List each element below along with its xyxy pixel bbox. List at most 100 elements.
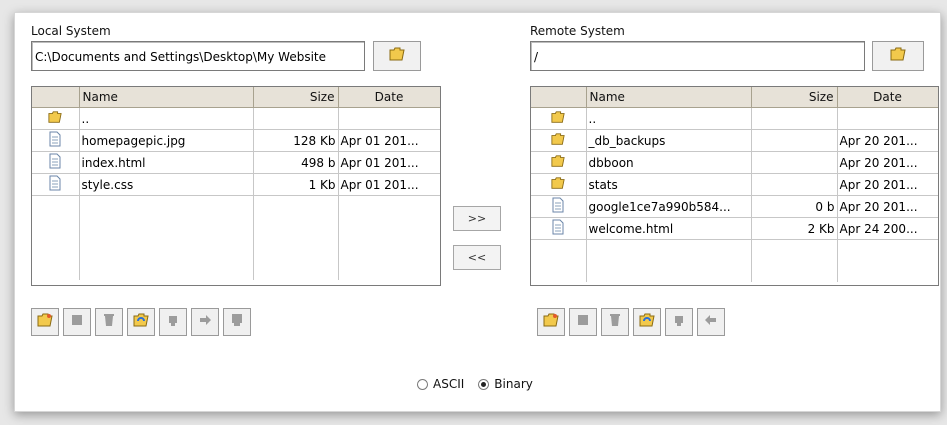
local-site-button[interactable]	[223, 308, 251, 336]
local-size-col-header[interactable]: Size	[253, 87, 339, 108]
folder-icon	[550, 111, 566, 127]
ascii-label[interactable]: ASCII	[433, 377, 464, 391]
transfer-mode-group: ASCII Binary	[417, 377, 533, 391]
upload-button[interactable]: >>	[453, 206, 501, 231]
remote-toolbar	[537, 308, 725, 338]
remote-file-row[interactable]: stats Apr 20 201...	[531, 173, 938, 196]
empty-row	[32, 195, 440, 217]
remote-icon-col-header[interactable]	[531, 87, 587, 108]
file-size: 0 b	[751, 195, 838, 218]
local-browse-button[interactable]	[373, 41, 421, 71]
file-size	[751, 173, 838, 196]
local-upload-arrow-button[interactable]	[191, 308, 219, 336]
remote-file-row[interactable]: ..	[531, 107, 938, 130]
monitor-icon	[229, 312, 245, 332]
file-icon	[48, 175, 62, 194]
empty-row	[531, 239, 938, 261]
file-name: ..	[586, 107, 752, 130]
remote-name-col-header[interactable]: Name	[586, 87, 752, 108]
download-button[interactable]: <<	[453, 245, 501, 270]
file-name: ..	[79, 107, 254, 130]
local-file-list[interactable]: Name Size Date .. homepagepic.jpg 128 Kb Ap…	[31, 86, 441, 286]
local-name-col-header[interactable]: Name	[79, 87, 254, 108]
file-date: Apr 20 201...	[837, 129, 938, 152]
trash-icon	[101, 312, 117, 332]
local-toolbar	[31, 308, 251, 338]
file-size: 128 Kb	[253, 129, 339, 152]
remote-new-folder-button[interactable]	[537, 308, 565, 336]
file-name: style.css	[79, 173, 254, 196]
local-path-field[interactable]: C:\Documents and Settings\Desktop\My Web…	[31, 41, 365, 71]
new-folder-icon	[542, 312, 560, 332]
file-date: Apr 20 201...	[837, 173, 938, 196]
file-size: 2 Kb	[751, 217, 838, 240]
local-file-row[interactable]: homepagepic.jpg 128 Kb Apr 01 201...	[32, 129, 440, 152]
remote-view-button[interactable]	[665, 308, 693, 336]
arrow-left-icon	[703, 312, 719, 332]
local-new-folder-button[interactable]	[31, 308, 59, 336]
ftp-panel: Local System C:\Documents and Settings\D…	[14, 12, 941, 412]
file-name: index.html	[79, 151, 254, 174]
remote-size-col-header[interactable]: Size	[751, 87, 838, 108]
view-icon	[671, 312, 687, 332]
remote-rename-button[interactable]	[569, 308, 597, 336]
local-file-row[interactable]: ..	[32, 107, 440, 130]
remote-download-arrow-button[interactable]	[697, 308, 725, 336]
local-view-button[interactable]	[159, 308, 187, 336]
empty-row	[32, 259, 440, 280]
file-icon	[48, 131, 62, 150]
file-date: Apr 24 200...	[837, 217, 938, 240]
file-size: 498 b	[253, 151, 339, 174]
remote-path-field[interactable]: /	[530, 41, 865, 71]
remote-delete-button[interactable]	[601, 308, 629, 336]
file-size	[751, 107, 838, 130]
folder-icon	[889, 46, 907, 66]
file-name: _db_backups	[586, 129, 752, 152]
file-name: welcome.html	[586, 217, 752, 240]
file-size	[751, 129, 838, 152]
file-name: google1ce7a990b584...	[586, 195, 752, 218]
file-size	[751, 151, 838, 174]
file-icon	[48, 153, 62, 172]
file-date: Apr 01 201...	[338, 151, 440, 174]
local-system-label: Local System	[31, 24, 111, 38]
local-file-row[interactable]: index.html 498 b Apr 01 201...	[32, 151, 440, 174]
empty-row	[32, 217, 440, 238]
file-icon	[551, 219, 565, 238]
local-rename-button[interactable]	[63, 308, 91, 336]
file-date: Apr 20 201...	[837, 195, 938, 218]
arrow-right-icon	[197, 312, 213, 332]
local-delete-button[interactable]	[95, 308, 123, 336]
trash-icon	[607, 312, 623, 332]
ascii-radio[interactable]	[417, 378, 428, 390]
local-file-row[interactable]: style.css 1 Kb Apr 01 201...	[32, 173, 440, 196]
file-date	[338, 107, 440, 130]
file-size: 1 Kb	[253, 173, 339, 196]
file-date: Apr 01 201...	[338, 173, 440, 196]
binary-label[interactable]: Binary	[494, 377, 533, 391]
remote-file-row[interactable]: dbboon Apr 20 201...	[531, 151, 938, 174]
remote-browse-button[interactable]	[872, 41, 924, 71]
file-date: Apr 01 201...	[338, 129, 440, 152]
binary-radio[interactable]	[478, 378, 490, 390]
rename-icon	[575, 312, 591, 332]
empty-row	[32, 238, 440, 259]
remote-system-label: Remote System	[530, 24, 625, 38]
remote-date-col-header[interactable]: Date	[837, 87, 938, 108]
local-date-col-header[interactable]: Date	[338, 87, 440, 108]
refresh-icon	[132, 312, 150, 332]
remote-file-row[interactable]: google1ce7a990b584... 0 b Apr 20 201...	[531, 195, 938, 218]
remote-file-row[interactable]: _db_backups Apr 20 201...	[531, 129, 938, 152]
new-folder-icon	[36, 312, 54, 332]
refresh-icon	[638, 312, 656, 332]
file-icon	[551, 197, 565, 216]
remote-file-row[interactable]: welcome.html 2 Kb Apr 24 200...	[531, 217, 938, 240]
folder-icon	[550, 155, 566, 171]
remote-refresh-button[interactable]	[633, 308, 661, 336]
local-icon-col-header[interactable]	[32, 87, 80, 108]
file-date: Apr 20 201...	[837, 151, 938, 174]
view-icon	[165, 312, 181, 332]
empty-row	[531, 261, 938, 282]
local-refresh-button[interactable]	[127, 308, 155, 336]
remote-file-list[interactable]: Name Size Date .. _db_backups Apr 20 201..…	[530, 86, 939, 286]
